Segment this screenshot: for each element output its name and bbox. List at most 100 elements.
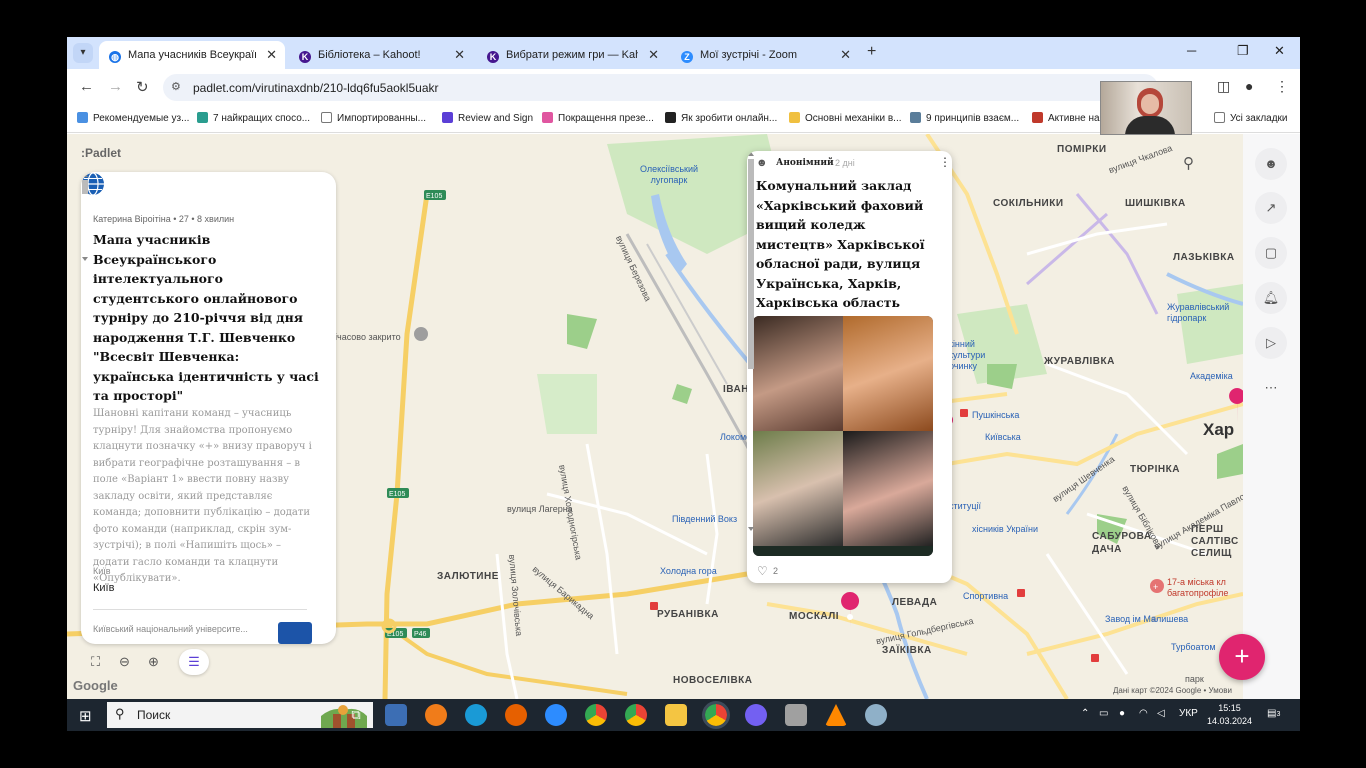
tab-kahoot-library[interactable]: K Бібліотека – Kahoot! ✕ — [289, 41, 473, 69]
bookmark-item[interactable]: 7 найкращих спосо... — [197, 112, 310, 124]
close-window-icon[interactable]: ✕ — [1274, 43, 1285, 59]
add-post-button[interactable]: + — [1219, 634, 1265, 680]
district-label: ІВАН — [723, 384, 749, 395]
taskbar-search[interactable]: ⚲ Поиск — [107, 702, 373, 728]
url-text: padlet.com/virutinaxdnb/210-ldq6fu5aokl5… — [193, 81, 439, 95]
fullscreen-icon[interactable]: ⛶ — [91, 654, 100, 670]
side-panel-icon[interactable]: ◫ — [1217, 78, 1230, 95]
app-icon[interactable] — [425, 704, 447, 726]
viber-icon[interactable] — [745, 704, 767, 726]
district-label: ПЕРШ САЛТІВС СЕЛИЩ — [1191, 524, 1239, 559]
bell-icon[interactable]: 🔔︎ — [1255, 282, 1287, 314]
poi-label: хісників України — [972, 524, 1038, 534]
volume-icon[interactable]: ◁ — [1157, 708, 1165, 719]
clock[interactable]: 15:15 14.03.2024 — [1207, 702, 1252, 728]
district-label: ЛАЗЬКІВКА — [1173, 252, 1235, 263]
reload-icon[interactable]: ↻ — [136, 78, 149, 96]
app-icon[interactable] — [785, 704, 807, 726]
tab-search-button[interactable]: ▾ — [73, 43, 93, 63]
language-indicator[interactable]: УКР — [1179, 708, 1198, 719]
menu-kebab-icon[interactable]: ⋮ — [1275, 78, 1289, 95]
bookmark-item[interactable]: Як зробити онлайн... — [665, 112, 777, 124]
microphone-icon[interactable]: ● — [1119, 708, 1125, 719]
remake-icon[interactable]: ▢ — [1255, 237, 1287, 269]
network-icon[interactable]: ◠ — [1139, 708, 1148, 719]
bookmark-favicon-icon — [442, 112, 453, 123]
bookmark-item[interactable]: Активне на — [1032, 112, 1100, 124]
close-tab-icon[interactable]: ✕ — [840, 41, 851, 69]
chrome-icon[interactable] — [702, 701, 730, 729]
notifications-icon[interactable]: ▤3 — [1267, 708, 1280, 719]
battery-icon[interactable]: ▭ — [1099, 708, 1108, 719]
new-tab-button[interactable]: + — [867, 43, 876, 61]
profile-icon[interactable]: ☻ — [1255, 148, 1287, 180]
close-tab-icon[interactable]: ✕ — [266, 41, 277, 69]
windows-taskbar: ⊞ ⚲ Поиск ⧉ ⌃ ▭ ● ◠ ◁ УКР 15:15 14.03.20… — [67, 699, 1300, 731]
firefox-icon[interactable] — [505, 704, 527, 726]
globe-icon: ◍ — [109, 51, 121, 63]
chrome-icon[interactable] — [585, 704, 607, 726]
bookmark-favicon-icon — [77, 112, 88, 123]
tab-kahoot-mode[interactable]: KВибрати режим гри — Kahoot! ✕ — [477, 41, 667, 69]
scrollbar[interactable] — [81, 172, 89, 262]
task-view-icon[interactable]: ⧉ — [345, 704, 367, 726]
more-horizontal-icon[interactable]: ⋯ — [1255, 372, 1287, 404]
close-tab-icon[interactable]: ✕ — [648, 41, 659, 69]
search-icon[interactable]: ⚲ — [1183, 154, 1194, 172]
zoom-icon[interactable] — [545, 704, 567, 726]
district-label: СОКІЛЬНИКИ — [993, 198, 1064, 209]
padlet-logo[interactable]: :Padlet — [81, 146, 121, 160]
district-label: ПОМІРКИ — [1057, 144, 1107, 155]
map-attribution[interactable]: Дані карт ©2024 Google • Умови — [1113, 686, 1232, 695]
more-options-icon[interactable]: ⋮ — [939, 155, 951, 169]
bookmark-item[interactable]: Покращення презе... — [542, 112, 654, 124]
tab-padlet[interactable]: ◍Мапа учасників Всеукраїнськ... ✕ — [99, 41, 285, 69]
heart-icon[interactable]: ♡ — [757, 564, 768, 578]
site-info-icon[interactable]: ⚙ — [171, 80, 181, 93]
district-label: ЛЕВАДА — [892, 597, 938, 608]
forward-icon[interactable]: → — [108, 78, 123, 95]
scrollbar[interactable] — [747, 151, 755, 533]
road-shield-label: E105 — [426, 193, 442, 200]
tray-chevron-icon[interactable]: ⌃ — [1081, 708, 1089, 719]
poi-label: Спортивна — [963, 591, 1009, 601]
list-item[interactable]: Київський національний університе... — [93, 624, 273, 634]
bookmark-item[interactable]: Review and Sign — [442, 112, 533, 124]
all-bookmarks-folder[interactable]: Усі закладки — [1214, 112, 1288, 124]
share-icon[interactable]: ↗ — [1255, 192, 1287, 224]
tab-strip: ▾ ◍Мапа учасників Всеукраїнськ... ✕ KБіб… — [67, 37, 1300, 69]
back-icon[interactable]: ← — [79, 78, 94, 95]
maximize-icon[interactable]: ❐ — [1237, 43, 1249, 59]
post-card[interactable]: ☻ Анонімний 2 дні ⋮ Комунальний заклад «… — [747, 151, 952, 583]
map-canvas[interactable]: E105 E105 E105 P46 + ПОМІРКИ СОКІЛЬНИКИ … — [67, 134, 1243, 699]
team-photo[interactable] — [753, 316, 933, 556]
bookmark-item[interactable]: Рекомендуемые уз... — [77, 112, 189, 124]
padlet-info-card: Катерина Віроітіна • 27 • 8 хвилин Мапа … — [81, 172, 336, 644]
post-thumbnail[interactable] — [278, 622, 312, 644]
tab-zoom[interactable]: Z Мої зустрічі - Zoom ✕ — [671, 41, 859, 69]
card-meta: Катерина Віроітіна • 27 • 8 хвилин — [93, 214, 235, 224]
address-bar[interactable]: ⚙ padlet.com/virutinaxdnb/210-ldq6fu5aok… — [163, 74, 1158, 101]
bookmark-favicon-icon — [789, 112, 800, 123]
paint-icon[interactable] — [865, 704, 887, 726]
calculator-icon[interactable] — [385, 704, 407, 726]
close-tab-icon[interactable]: ✕ — [454, 41, 465, 69]
minimize-icon[interactable]: ─ — [1187, 43, 1196, 58]
slideshow-icon[interactable]: ▷ — [1255, 327, 1287, 359]
post-time: 2 дні — [835, 158, 855, 168]
vlc-icon[interactable] — [825, 704, 847, 726]
edge-icon[interactable] — [465, 704, 487, 726]
chrome-icon[interactable] — [625, 704, 647, 726]
zoom-out-icon[interactable]: ⊖ — [119, 654, 130, 670]
city-label: Хар — [1203, 420, 1235, 439]
profile-avatar[interactable]: ● — [1245, 78, 1253, 94]
bookmark-folder[interactable]: Импортированны... — [321, 112, 426, 124]
poi-label: кінний культури очинку — [949, 339, 986, 371]
zoom-in-icon[interactable]: ⊕ — [148, 654, 159, 670]
section-value[interactable]: Київ — [93, 582, 114, 594]
list-view-icon[interactable]: ☰ — [179, 649, 209, 675]
file-explorer-icon[interactable] — [665, 704, 687, 726]
windows-start-icon[interactable]: ⊞ — [79, 707, 92, 725]
bookmark-item[interactable]: Основні механіки в... — [789, 112, 902, 124]
bookmark-item[interactable]: 9 принципів взаєм... — [910, 112, 1019, 124]
